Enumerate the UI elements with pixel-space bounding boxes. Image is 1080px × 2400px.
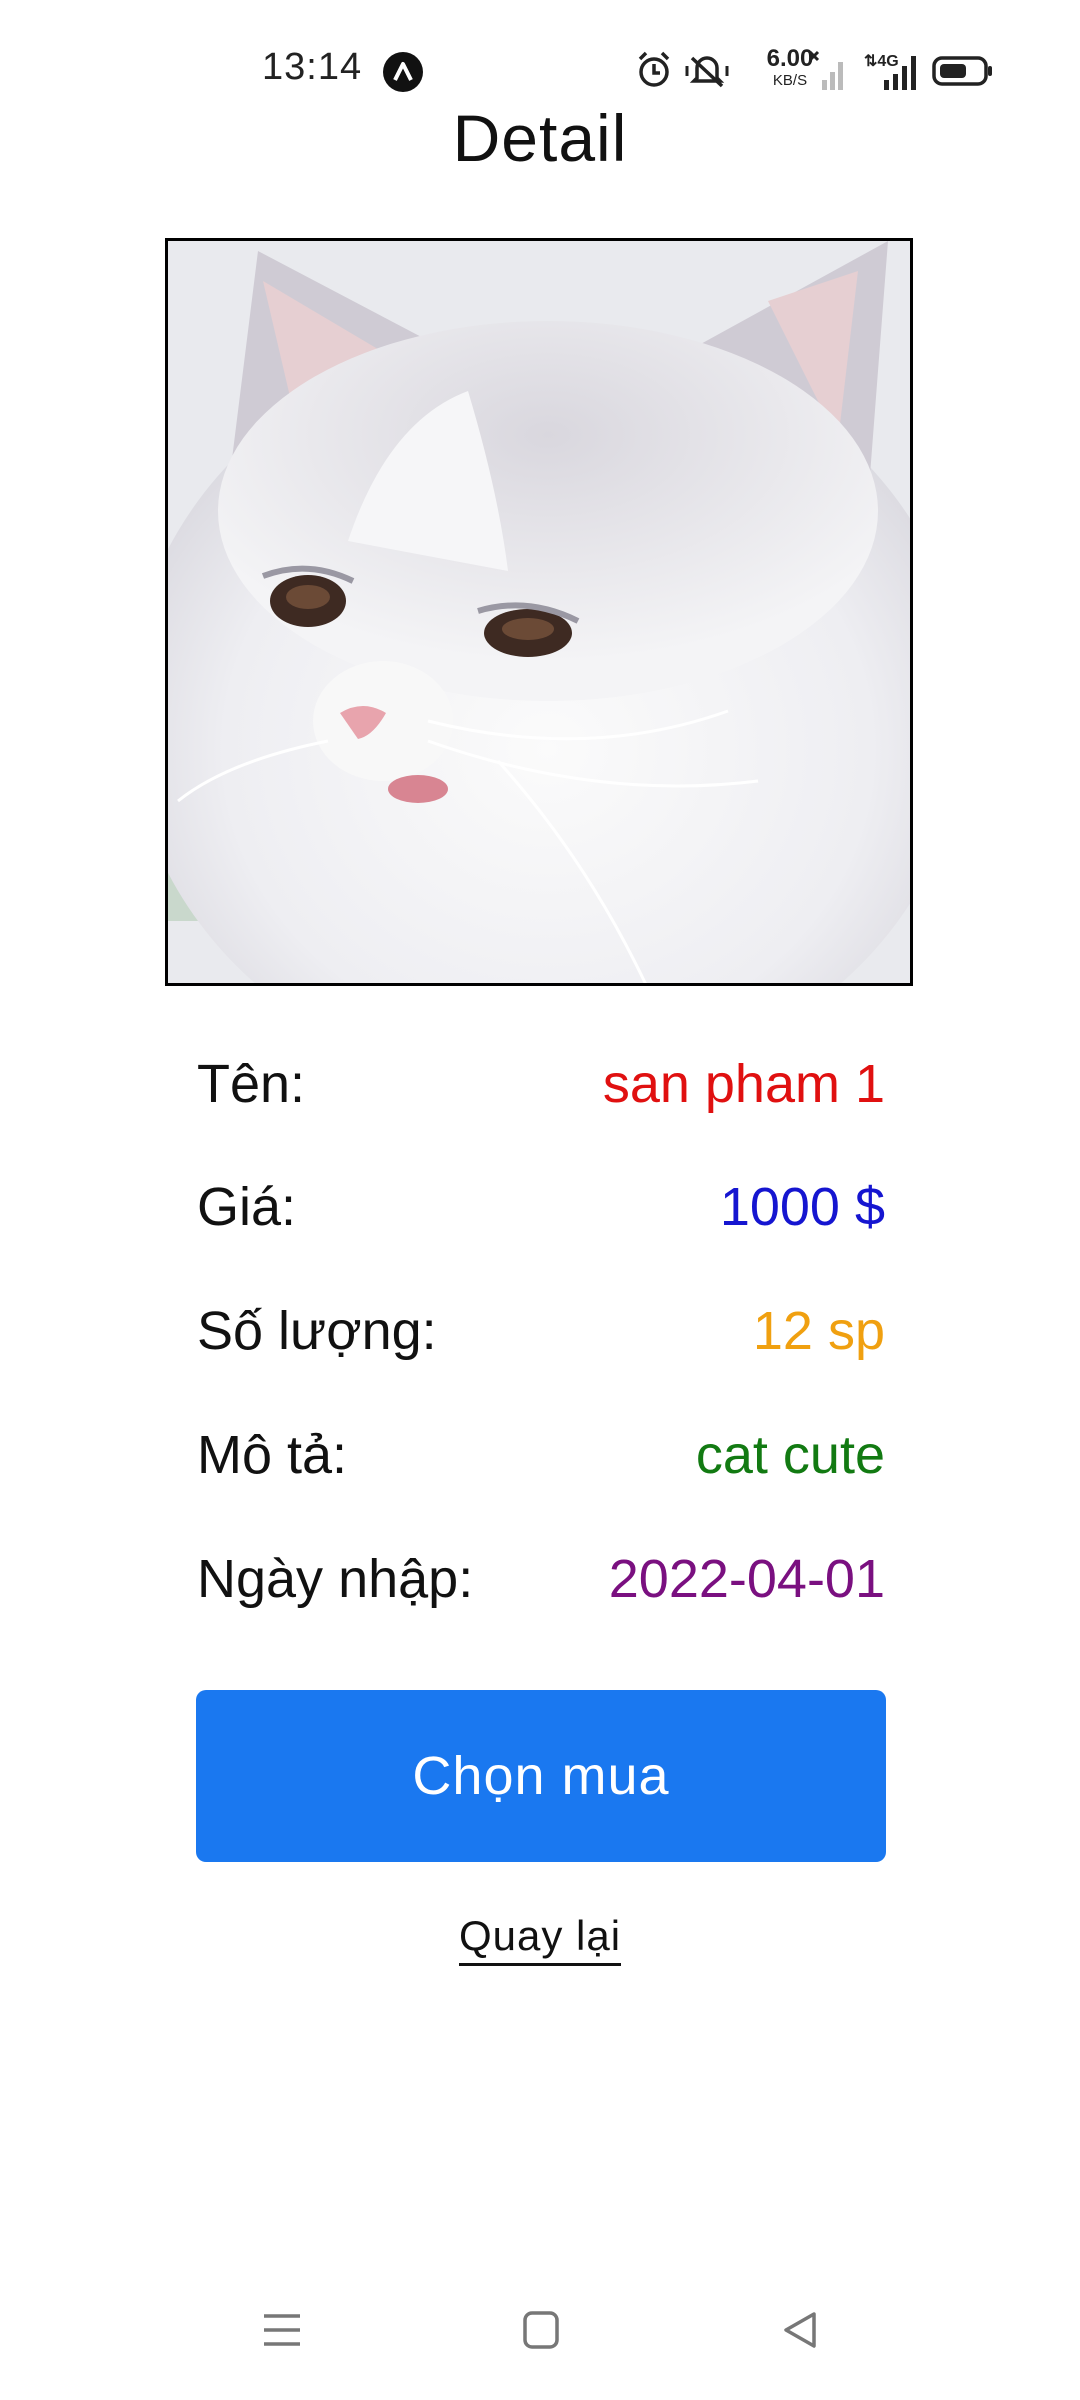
buy-button[interactable]: Chọn mua — [196, 1690, 886, 1862]
cat-photo — [168, 241, 910, 983]
menu-icon[interactable] — [262, 2310, 302, 2350]
signal-empty-icon — [808, 50, 843, 90]
buy-button-label: Chọn mua — [412, 1746, 670, 1806]
back-link[interactable]: Quay lại — [458, 1912, 622, 1966]
product-image — [165, 238, 913, 986]
import-date-value: 2022-04-01 — [608, 1549, 885, 1609]
name-label: Tên: — [197, 1054, 306, 1114]
import-date-label: Ngày nhập: — [197, 1549, 474, 1609]
description-label: Mô tả: — [197, 1425, 348, 1485]
system-nav-bar — [0, 2280, 1080, 2390]
detail-row-name: Tên: san pham 1 — [197, 1053, 885, 1123]
quantity-label: Số lượng: — [197, 1301, 437, 1361]
detail-row-quantity: Số lượng: 12 sp — [197, 1300, 885, 1370]
name-value: san pham 1 — [602, 1054, 885, 1114]
back-icon[interactable] — [780, 2310, 820, 2350]
detail-row-import-date: Ngày nhập: 2022-04-01 — [197, 1548, 885, 1618]
mute-icon — [685, 56, 729, 88]
price-value: 1000 $ — [719, 1177, 885, 1237]
app-notification-icon — [383, 52, 423, 92]
signal-4g-icon: ⇅4G — [864, 53, 916, 90]
svg-text:⇅4G: ⇅4G — [864, 53, 899, 70]
alarm-icon — [638, 51, 670, 87]
page-title: Detail — [452, 101, 628, 175]
status-bar: 13:14 6.00 KB/S ⇅4G — [0, 0, 1080, 110]
detail-row-description: Mô tả: cat cute — [197, 1424, 885, 1494]
detail-row-price: Giá: 1000 $ — [197, 1176, 885, 1246]
battery-icon — [932, 56, 992, 86]
price-label: Giá: — [197, 1177, 297, 1237]
status-time: 13:14 — [262, 46, 363, 88]
quantity-value: 12 sp — [752, 1301, 885, 1361]
back-link-container: Quay lại — [0, 1912, 1080, 1966]
description-value: cat cute — [695, 1425, 885, 1485]
home-icon[interactable] — [522, 2310, 560, 2350]
